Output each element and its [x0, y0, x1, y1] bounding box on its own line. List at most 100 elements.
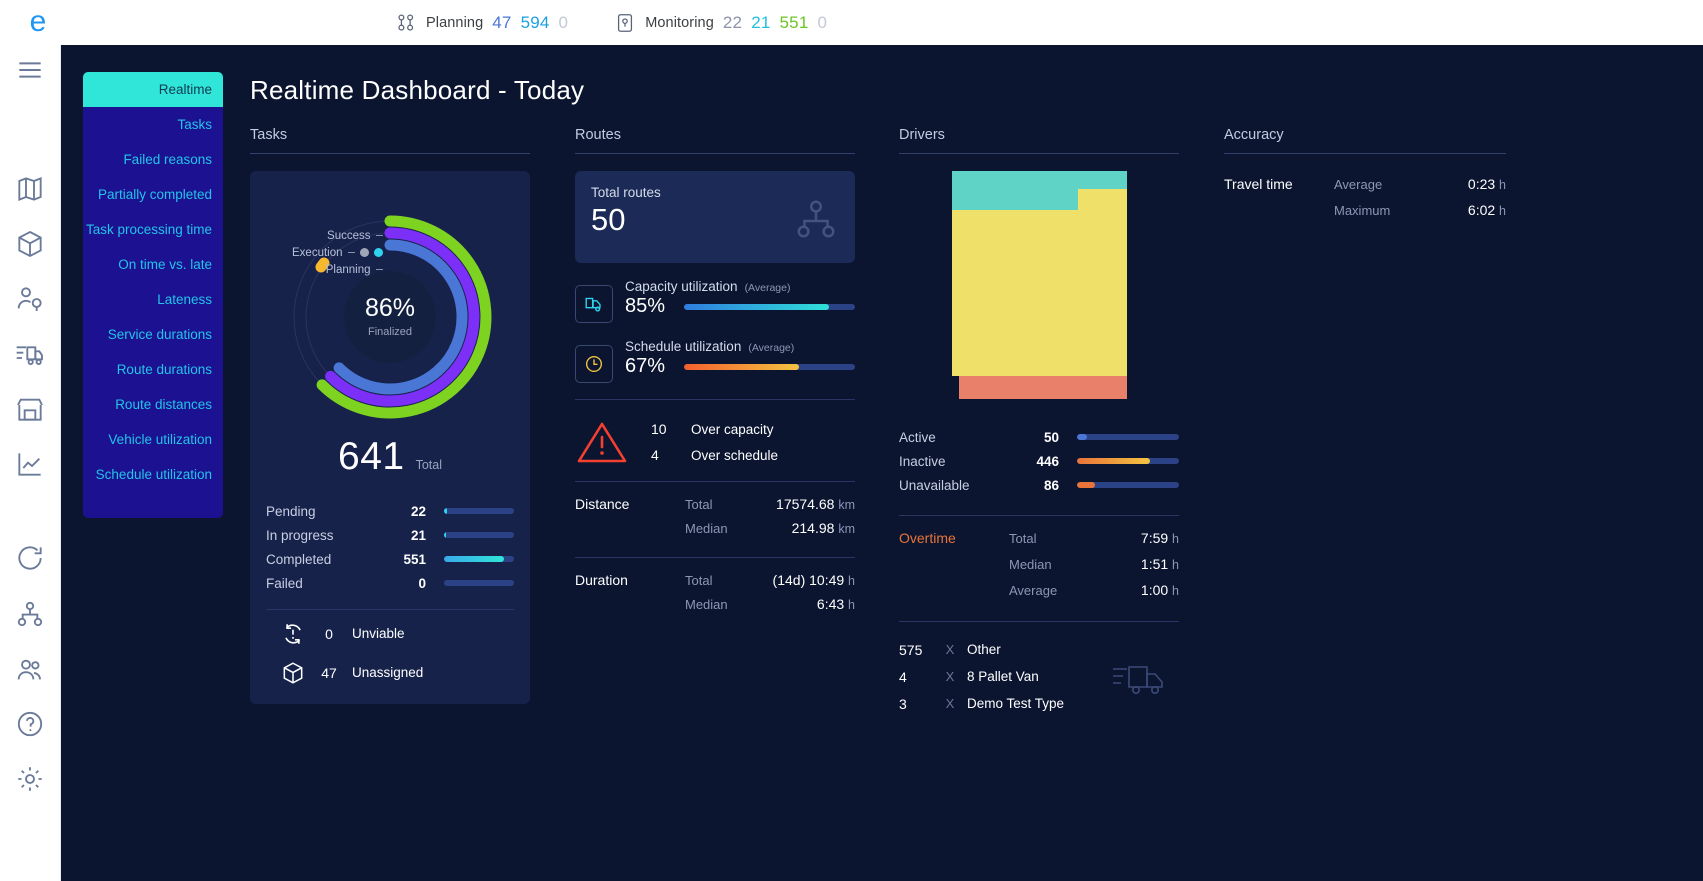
legend-label: Success [327, 229, 371, 242]
app-logo[interactable]: e [18, 2, 58, 42]
tasks-heading: Tasks [250, 127, 530, 154]
legend-item-execution: Execution [292, 244, 383, 261]
distance-median-key: Median [685, 521, 728, 536]
capacity-body: Capacity utilization (Average) 85% [625, 279, 855, 318]
subnav-label: Realtime [158, 82, 212, 97]
duration-total-number: (14d) 10:49 [772, 572, 845, 588]
row-label: In progress [266, 527, 334, 543]
tasks-divider [266, 609, 514, 610]
overtime-total-value: 7:59 h [1109, 530, 1179, 546]
duration-total-value: (14d) 10:49 h [770, 572, 855, 588]
subnav-label: Route durations [116, 362, 212, 377]
subnav-item-route-durations[interactable]: Route durations [83, 352, 223, 387]
help-icon[interactable] [14, 708, 46, 740]
row-bar [444, 556, 514, 562]
refresh-icon[interactable] [14, 542, 46, 574]
treemap-inactive-block [951, 209, 1127, 377]
distance-median-value: 214.98 km [770, 520, 855, 536]
depot-icon[interactable] [14, 393, 46, 425]
subnav-item-partially-completed[interactable]: Partially completed [83, 177, 223, 212]
tasks-total-label: Total [415, 458, 442, 472]
task-row-pending: Pending 22 [266, 499, 514, 523]
travel-maximum-key: Maximum [1334, 203, 1391, 218]
subnav-item-route-distances[interactable]: Route distances [83, 387, 223, 422]
tasks-column: Tasks Success Execution Planning 86% Fin… [250, 127, 530, 704]
monitoring-stat-group[interactable]: Monitoring 22 21 551 0 [614, 12, 827, 34]
network-icon[interactable] [14, 598, 46, 630]
menu-icon[interactable] [14, 54, 46, 86]
vehicle-type-count: 3 [899, 695, 907, 712]
vehicle-types-block: 575 X Other 4 X 8 Pallet Van 3 X Demo Te… [899, 621, 1179, 717]
subnav-item-lateness[interactable]: Lateness [83, 282, 223, 317]
subnav-item-schedule-utilization[interactable]: Schedule utilization [83, 457, 223, 492]
duration-median-key: Median [685, 597, 728, 612]
settings-icon[interactable] [14, 763, 46, 795]
row-bar [444, 532, 514, 538]
subnav-item-vehicle-utilization[interactable]: Vehicle utilization [83, 422, 223, 457]
vehicle-type-label: Demo Test Type [967, 696, 1065, 711]
routes-column: Routes Total routes 50 Capacity utilizat… [575, 127, 855, 620]
overtime-median-value: 1:51 h [1109, 556, 1179, 572]
row-bar [444, 508, 514, 514]
duration-total-row: Total (14d) 10:49 h [685, 572, 855, 596]
subnav-item-service-durations[interactable]: Service durations [83, 317, 223, 352]
drivers-breakdown: Active 50 Inactive 446 Unavailable 86 [899, 425, 1179, 497]
capacity-name: Capacity utilization [625, 279, 738, 294]
truck-route-icon[interactable] [14, 338, 46, 370]
travel-average-row: Average 0:23 h [1334, 176, 1506, 202]
subnav-label: Vehicle utilization [108, 432, 212, 447]
legend-dot-cyan [373, 248, 383, 257]
drivers-heading: Drivers [899, 127, 1179, 154]
overtime-median-row: Median 1:51 h [1009, 556, 1179, 582]
user-location-icon[interactable] [14, 283, 46, 315]
donut-legend: Success Execution Planning [292, 227, 383, 278]
accuracy-column: Accuracy Travel time Average 0:23 h Maxi… [1224, 127, 1506, 228]
schedule-avg-label: (Average) [748, 342, 795, 354]
truck-icon [1111, 657, 1169, 701]
planning-stat-group[interactable]: Planning 47 594 0 [395, 12, 568, 34]
subnav-filler [83, 492, 223, 518]
duration-title: Duration [575, 572, 628, 588]
monitoring-icon [614, 12, 636, 34]
top-stats: Planning 47 594 0 Monitoring 22 21 551 0 [395, 0, 827, 45]
row-bar [1077, 434, 1179, 440]
distance-median-number: 214.98 [791, 520, 835, 536]
distance-rows: Total 17574.68 km Median 214.98 km [685, 496, 855, 544]
subnav-item-on-time-vs-late[interactable]: On time vs. late [83, 247, 223, 282]
overtime-average-row: Average 1:00 h [1009, 582, 1179, 608]
capacity-icon [575, 285, 613, 323]
overtime-median-key: Median [1009, 557, 1052, 572]
map-icon[interactable] [14, 173, 46, 205]
vehicle-type-multiplier: X [945, 696, 955, 711]
subnav-label: Task processing time [85, 222, 212, 237]
distance-block: Distance Total 17574.68 km Median 214.98… [575, 481, 855, 544]
warning-over-capacity: 10 Over capacity [651, 416, 778, 442]
overtime-average-value: 1:00 h [1109, 582, 1179, 598]
tasks-donut-chart: Success Execution Planning 86% Finalized [266, 185, 514, 443]
task-row-in-progress: In progress 21 [266, 523, 514, 547]
row-bar [444, 580, 514, 586]
monitoring-value-2: 21 [751, 12, 771, 32]
legend-dot-grey [359, 248, 369, 257]
over-schedule-label: Over schedule [691, 447, 779, 463]
box-icon[interactable] [14, 228, 46, 260]
unassigned-icon [280, 660, 306, 686]
subnav-item-realtime[interactable]: Realtime [83, 72, 223, 107]
subnav-item-task-processing-time[interactable]: Task processing time [83, 212, 223, 247]
schedule-percent: 67% [625, 355, 666, 377]
row-label: Unavailable [899, 477, 970, 493]
dashboard-app: e Planning 47 594 0 Monitoring 22 21 551… [0, 0, 1703, 881]
travel-average-key: Average [1334, 177, 1383, 192]
legend-dash [375, 268, 383, 271]
unviable-label: Unviable [352, 626, 405, 641]
tasks-unviable-row: 0 Unviable [266, 618, 514, 649]
travel-time-block: Travel time Average 0:23 h Maximum 6:02 … [1224, 176, 1506, 228]
subnav-item-tasks[interactable]: Tasks [83, 107, 223, 142]
distance-total-value: 17574.68 km [770, 496, 855, 512]
users-icon[interactable] [14, 654, 46, 686]
legend-label: Execution [292, 246, 343, 259]
over-schedule-count: 4 [651, 447, 659, 463]
analytics-icon[interactable] [14, 448, 46, 480]
unassigned-label: Unassigned [352, 665, 424, 680]
subnav-item-failed-reasons[interactable]: Failed reasons [83, 142, 223, 177]
